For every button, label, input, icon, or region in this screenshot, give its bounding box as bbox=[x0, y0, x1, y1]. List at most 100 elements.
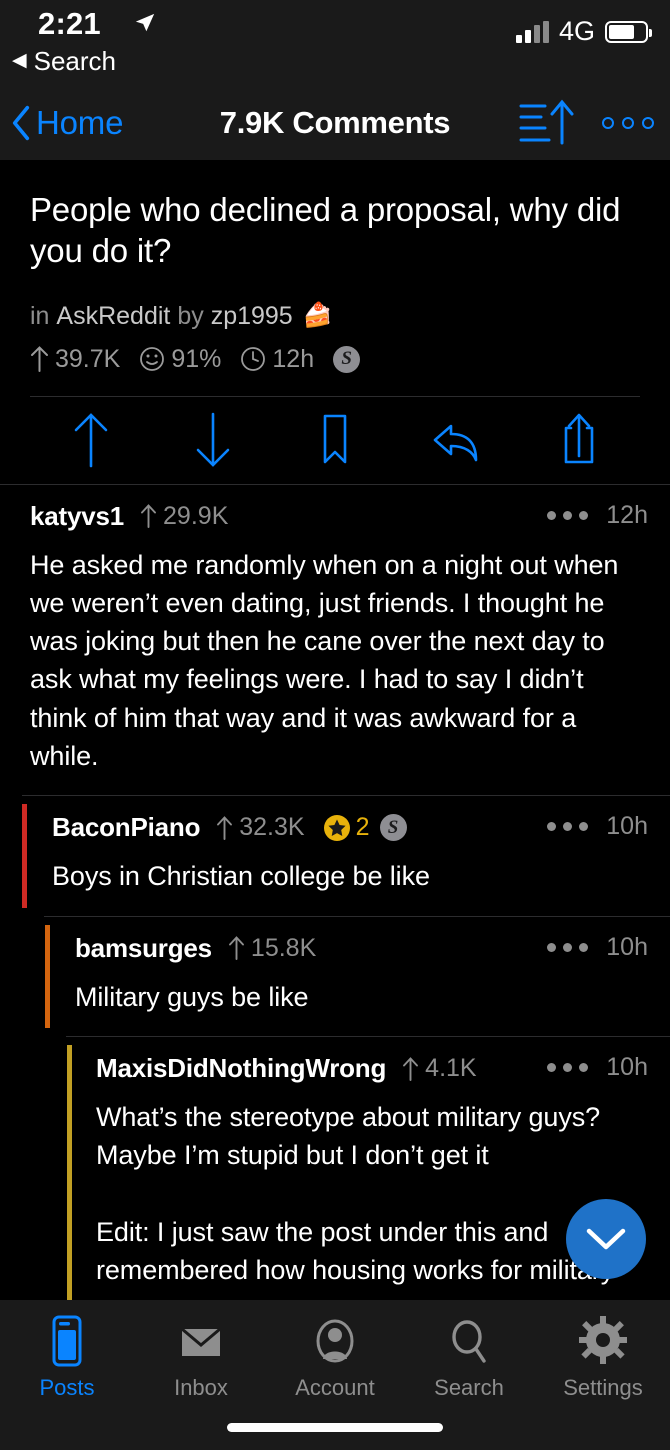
comment-author[interactable]: bamsurges bbox=[75, 933, 212, 964]
phone-posts-icon bbox=[52, 1315, 82, 1367]
comment-author[interactable]: BaconPiano bbox=[52, 812, 200, 843]
comment-score: 15.8K bbox=[228, 934, 316, 963]
comment-age: 10h bbox=[606, 932, 648, 961]
comment-more-icon[interactable] bbox=[547, 822, 589, 832]
gold-star-award-icon bbox=[323, 814, 350, 841]
tab-inbox[interactable]: Inbox bbox=[134, 1314, 268, 1401]
share-button[interactable] bbox=[518, 412, 640, 468]
comment-age: 10h bbox=[606, 812, 648, 841]
status-back-label: Search bbox=[33, 46, 117, 76]
share-icon bbox=[564, 413, 594, 464]
tab-label: Posts bbox=[39, 1375, 95, 1400]
tab-posts[interactable]: Posts bbox=[0, 1314, 134, 1401]
comment-author[interactable]: MaxisDidNothingWrong bbox=[96, 1053, 386, 1084]
comment-body: Military guys be like bbox=[75, 981, 309, 1012]
app-screen: 2:21 ◀ Search 4G Home 7.9K Comments Peop… bbox=[0, 0, 670, 1450]
save-button[interactable] bbox=[274, 412, 396, 468]
comment-more-icon[interactable] bbox=[547, 1063, 589, 1073]
up-arrow-icon bbox=[31, 346, 48, 372]
status-back-to-search[interactable]: ◀ Search bbox=[12, 46, 116, 77]
sort-ascending-icon[interactable] bbox=[518, 98, 574, 148]
comment-header: MaxisDidNothingWrong 4.1K 10h bbox=[96, 1037, 670, 1084]
comment-meta: 12h bbox=[547, 501, 648, 530]
gear-icon bbox=[579, 1316, 627, 1364]
post-action-bar bbox=[0, 397, 670, 485]
status-bar: 2:21 ◀ Search 4G bbox=[0, 0, 670, 85]
status-time: 2:21 bbox=[38, 6, 101, 41]
status-indicators: 4G bbox=[515, 16, 652, 47]
location-arrow-icon bbox=[135, 13, 155, 32]
thread-line bbox=[22, 804, 27, 908]
scroll-to-next-button[interactable] bbox=[566, 1199, 646, 1279]
comment-reply-depth-2: bamsurges 15.8K 10h Military guys be lik… bbox=[0, 916, 670, 1038]
comment-author[interactable]: katyvs1 bbox=[30, 501, 124, 532]
tab-label: Account bbox=[295, 1375, 375, 1400]
s-badge-icon: S bbox=[333, 345, 361, 373]
comment-item[interactable]: bamsurges 15.8K 10h Military guys be lik… bbox=[0, 917, 670, 1036]
up-arrow-icon bbox=[74, 413, 108, 468]
post-score-group: 39.7K bbox=[30, 345, 120, 374]
bookmark-icon bbox=[323, 414, 347, 464]
thread-line bbox=[45, 924, 50, 1029]
comment-score: 32.3K bbox=[216, 813, 305, 842]
reply-button[interactable] bbox=[396, 412, 518, 468]
reply-arrow-icon bbox=[433, 424, 478, 462]
comment-more-icon[interactable] bbox=[547, 510, 589, 520]
comment-score: 29.9K bbox=[140, 502, 228, 531]
comment-item[interactable]: BaconPiano 32.3K 2 S 10h Boys in Christi… bbox=[0, 796, 670, 915]
comment-score-value: 32.3K bbox=[239, 813, 305, 842]
comment-body: Boys in Christian college be like bbox=[52, 861, 430, 892]
comment-score-value: 4.1K bbox=[425, 1054, 477, 1083]
comment-more-icon[interactable] bbox=[547, 942, 589, 952]
comment-meta: 10h bbox=[547, 1053, 648, 1082]
comment-age: 10h bbox=[606, 1053, 648, 1082]
comment-header: bamsurges 15.8K 10h bbox=[75, 917, 670, 964]
tab-search[interactable]: Search bbox=[402, 1314, 536, 1401]
post-subreddit[interactable]: AskReddit bbox=[56, 302, 170, 331]
downvote-button[interactable] bbox=[152, 412, 274, 468]
down-arrow-icon bbox=[196, 412, 230, 467]
up-arrow-icon bbox=[141, 504, 156, 528]
envelope-icon bbox=[181, 1327, 221, 1356]
chevron-down-icon bbox=[586, 1228, 626, 1250]
post-score: 39.7K bbox=[55, 344, 121, 373]
nav-bar: Home 7.9K Comments bbox=[0, 85, 670, 161]
tab-label: Inbox bbox=[174, 1375, 228, 1400]
post-ratio-group: 91% bbox=[139, 345, 221, 374]
upvote-button[interactable] bbox=[30, 412, 152, 468]
post-subline: in AskReddit by zp1995 🍰 bbox=[30, 302, 640, 331]
more-options-icon[interactable] bbox=[602, 116, 654, 129]
post-author[interactable]: zp1995 bbox=[211, 302, 293, 331]
clock-icon bbox=[241, 347, 266, 371]
tab-account[interactable]: Account bbox=[268, 1314, 402, 1401]
person-circle-icon bbox=[316, 1319, 354, 1363]
comment-meta: 10h bbox=[547, 812, 648, 841]
comment-meta: 10h bbox=[547, 933, 648, 962]
comment-awards[interactable]: 2 bbox=[323, 813, 370, 842]
nav-actions bbox=[518, 98, 654, 148]
post-age-group: 12h bbox=[240, 345, 314, 374]
comment-score-value: 29.9K bbox=[163, 501, 229, 530]
network-label: 4G bbox=[558, 16, 595, 46]
post-title: People who declined a proposal, why did … bbox=[30, 191, 621, 270]
back-triangle-icon: ◀ bbox=[12, 50, 27, 71]
comment-score-value: 15.8K bbox=[250, 933, 317, 962]
up-arrow-icon bbox=[403, 1056, 419, 1081]
post-stats: 39.7K 91% 12h S bbox=[30, 345, 640, 396]
comment-item[interactable]: katyvs1 29.9K 12h He asked me randomly w… bbox=[0, 485, 670, 796]
cake-day-icon: 🍰 bbox=[302, 302, 333, 329]
comment-reply-depth-1: BaconPiano 32.3K 2 S 10h Boys in Christi… bbox=[0, 796, 670, 917]
comment-header: BaconPiano 32.3K 2 S 10h bbox=[52, 796, 670, 843]
signal-bars-icon bbox=[515, 20, 549, 43]
battery-icon bbox=[605, 20, 652, 43]
post-header[interactable]: People who declined a proposal, why did … bbox=[0, 161, 670, 396]
comment-score: 4.1K bbox=[402, 1054, 477, 1083]
tab-settings[interactable]: Settings bbox=[536, 1314, 670, 1401]
post-age: 12h bbox=[272, 344, 315, 373]
up-arrow-icon bbox=[228, 936, 244, 961]
thread-line bbox=[67, 1045, 72, 1341]
post-by-label: by bbox=[177, 301, 204, 330]
award-count: 2 bbox=[355, 813, 370, 842]
post-in-label: in bbox=[30, 301, 50, 330]
comment-thread-root: katyvs1 29.9K 12h He asked me randomly w… bbox=[0, 484, 670, 797]
